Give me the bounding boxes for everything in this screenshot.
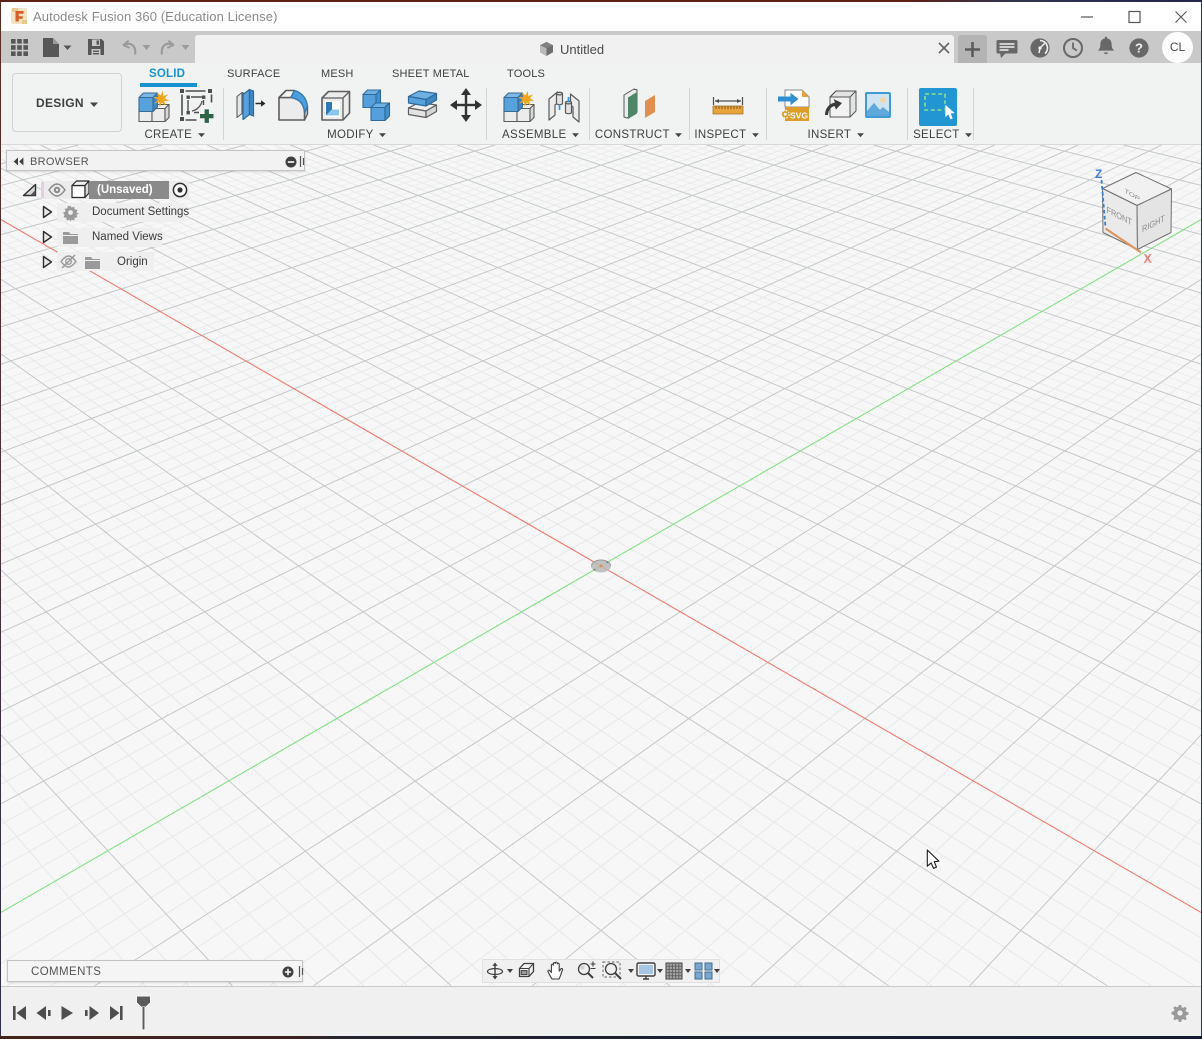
svg-text:X: X [1144,252,1153,266]
svg-text:Z: Z [1095,167,1102,181]
svg-text:SVG: SVG [790,111,808,121]
svg-text:?: ? [1135,41,1143,56]
